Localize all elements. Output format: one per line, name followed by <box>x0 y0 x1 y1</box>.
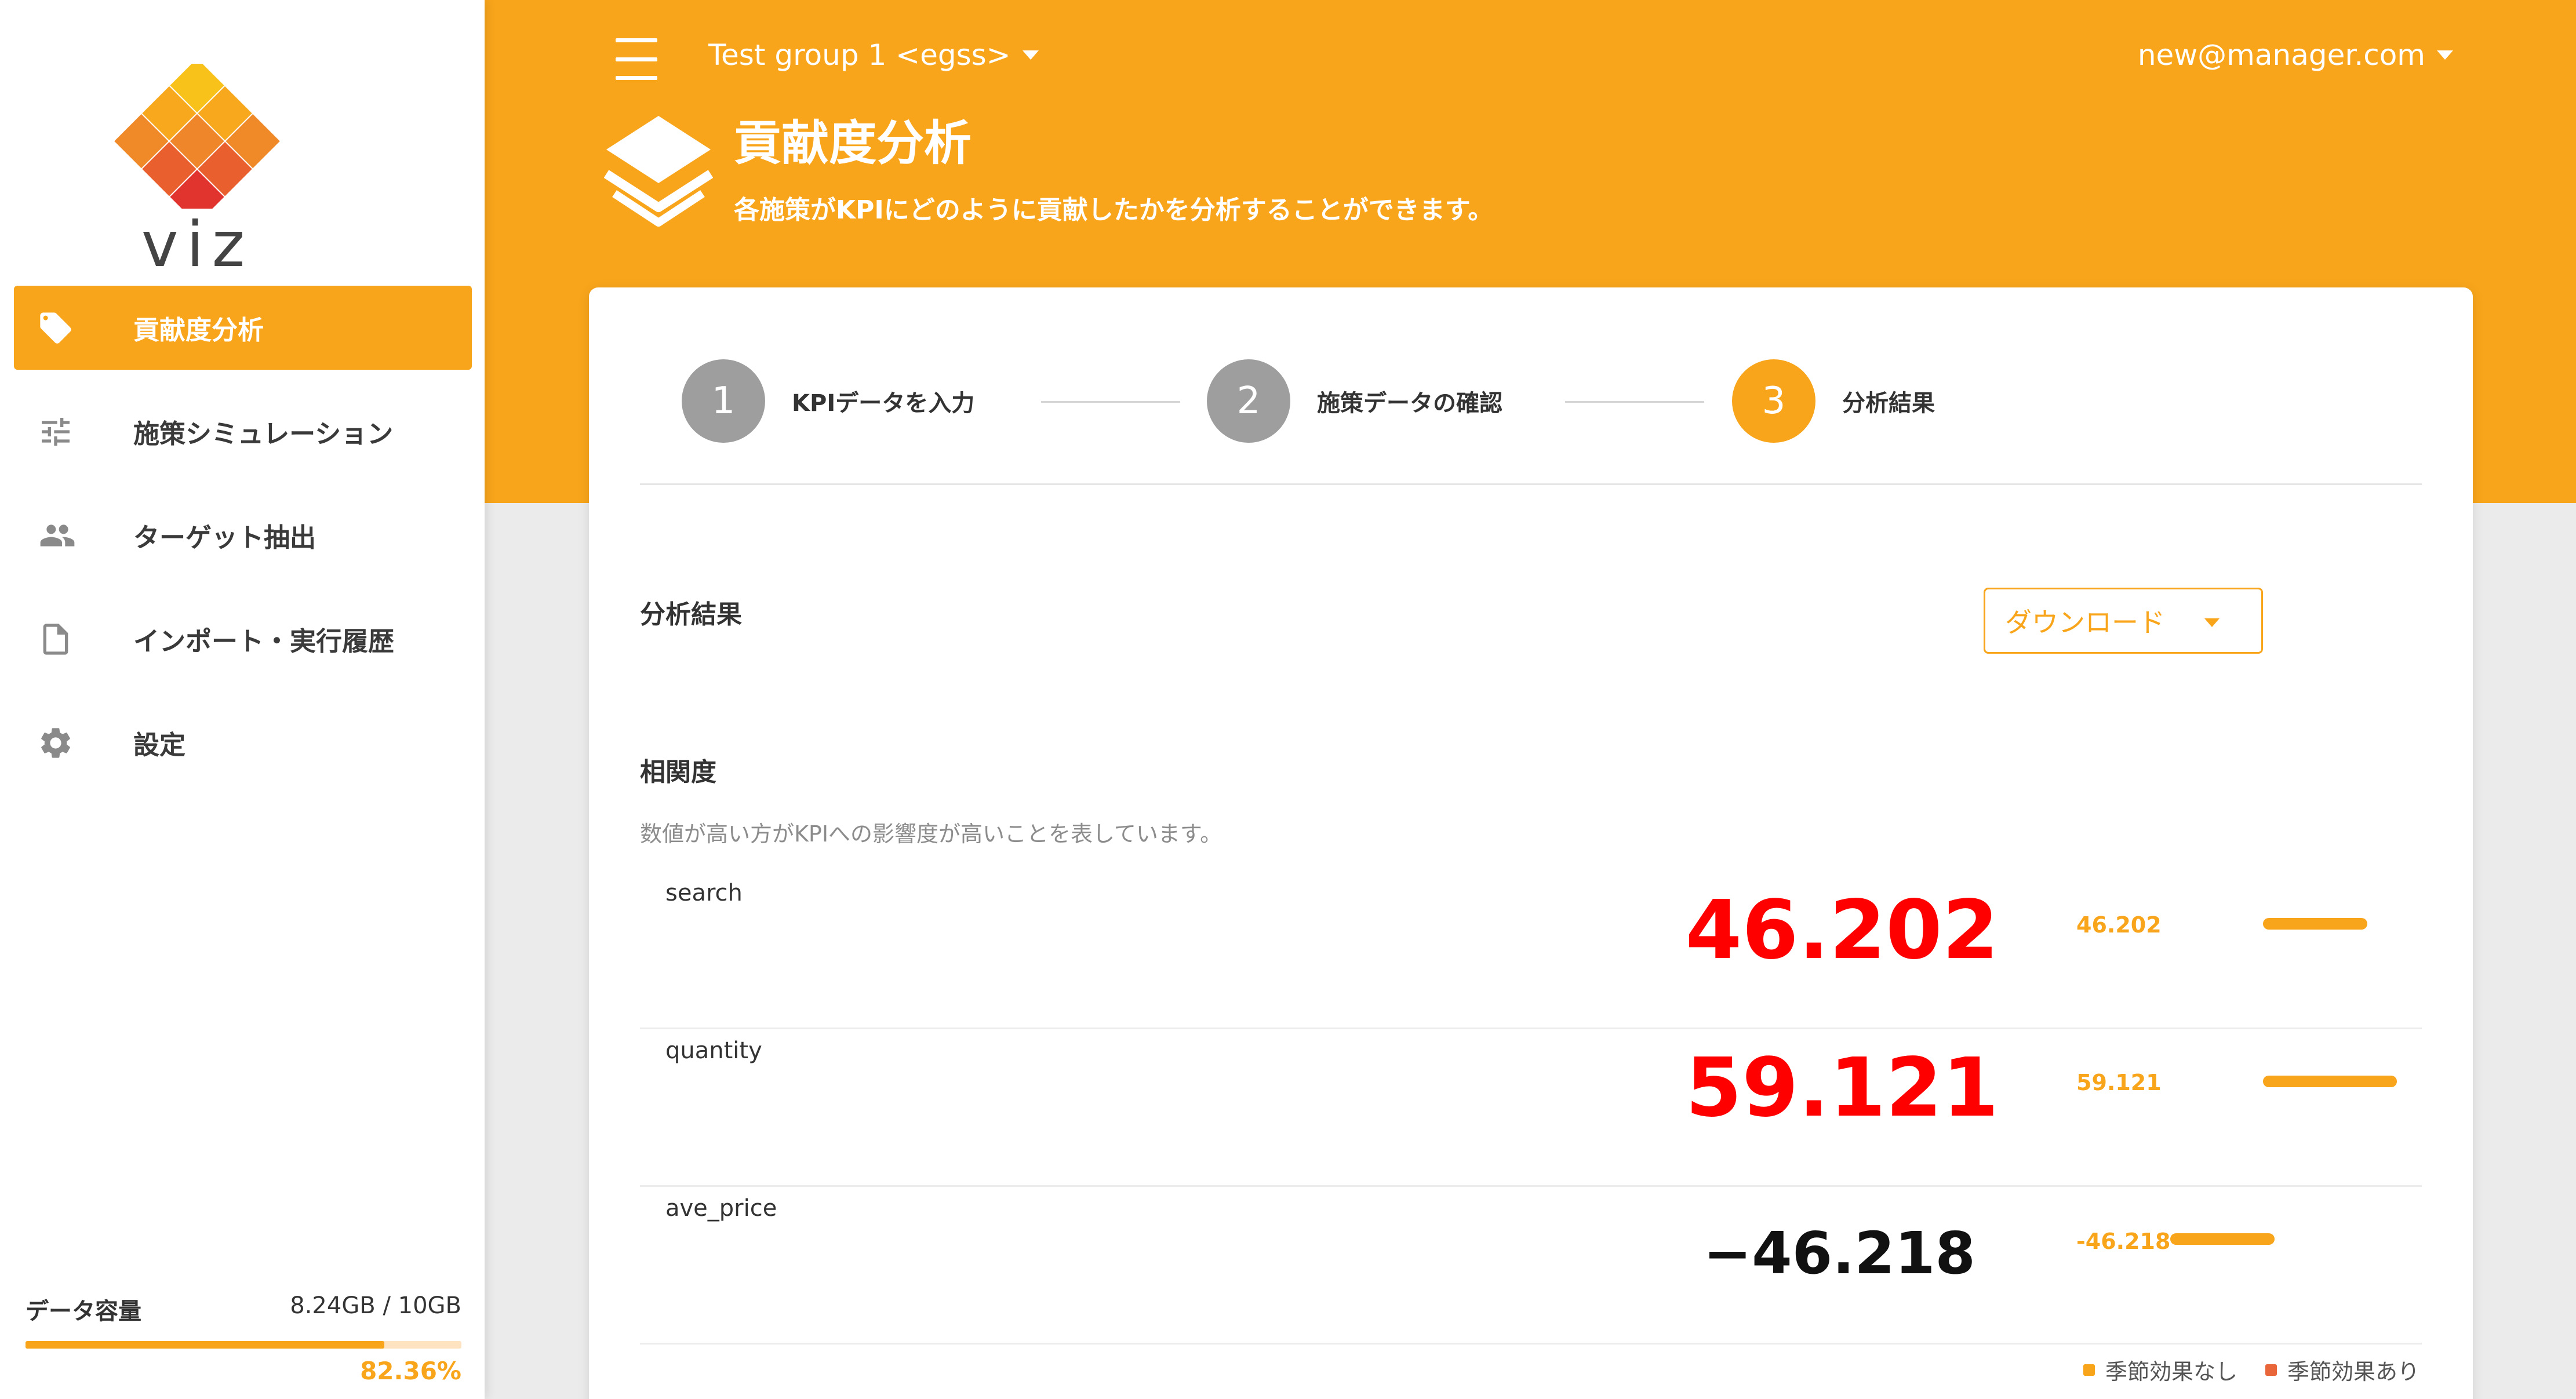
legend-item: 季節効果なし <box>2083 1354 2237 1386</box>
page-subtitle: 各施策がKPIにどのように貢献したかを分析することができます。 <box>734 195 1494 225</box>
sidebar-item-label: ターゲット抽出 <box>133 522 316 553</box>
caret-down-icon <box>2437 50 2453 60</box>
sliders-icon <box>37 411 89 452</box>
stepper: 1 KPIデータを入力 2 施策データの確認 3 分析結果 <box>682 359 2363 443</box>
user-email: new@manager.com <box>2137 38 2425 72</box>
tag-icon <box>37 308 89 348</box>
sidebar-item-label: インポート・実行履歴 <box>133 626 395 657</box>
legend-item: 季節効果あり <box>2265 1354 2419 1386</box>
storage-label: データ容量 <box>26 1298 141 1325</box>
legend-swatch <box>2265 1364 2277 1376</box>
step-3: 3 分析結果 <box>1732 359 1935 443</box>
results-title: 分析結果 <box>640 600 742 629</box>
correlation-value-small: 59.121 <box>2076 1070 2162 1095</box>
correlation-title: 相関度 <box>640 757 716 787</box>
caret-down-icon <box>2204 618 2220 627</box>
step-connector <box>1041 401 1180 403</box>
step-connector <box>1565 401 1704 403</box>
storage-percent: 82.36% <box>360 1357 461 1385</box>
user-menu[interactable]: new@manager.com <box>2138 38 2453 72</box>
storage-progress-bar <box>26 1341 461 1349</box>
table-row: quantity 59.121 59.121 <box>640 1029 2422 1187</box>
correlation-value: 46.202 <box>1685 883 1999 978</box>
sidebar-item-import-history[interactable]: インポート・実行履歴 <box>14 597 472 681</box>
group-name: Test group 1 <egss> <box>708 38 1011 72</box>
sidebar-nav: 貢献度分析 施策シミュレーション ターゲット抽出 インポート・実行履歴 設定 <box>14 286 472 804</box>
storage-usage: データ容量 8.24GB / 10GB 82.36% <box>26 1292 461 1385</box>
correlation-value-small: -46.218 <box>2076 1229 2171 1254</box>
step-2: 2 施策データの確認 <box>1207 359 1502 443</box>
table-row: search 46.202 46.202 <box>640 872 2422 1029</box>
table-row: ave_price −46.218 -46.218 <box>640 1187 2422 1345</box>
correlation-value-small: 46.202 <box>2076 912 2162 938</box>
correlation-bar <box>2263 918 2368 930</box>
sidebar-item-contribution-analysis[interactable]: 貢献度分析 <box>14 286 472 370</box>
step-number: 1 <box>682 359 765 443</box>
file-icon <box>37 619 89 660</box>
logo-wordmark: viz <box>141 209 253 281</box>
correlation-value: −46.218 <box>1703 1219 1975 1287</box>
correlation-bar <box>2263 1076 2397 1087</box>
menu-icon[interactable] <box>616 38 657 80</box>
people-icon <box>37 515 89 556</box>
app-logo[interactable]: viz <box>110 58 284 284</box>
variable-name: search <box>665 880 743 906</box>
step-number: 2 <box>1207 359 1290 443</box>
sidebar-item-label: 設定 <box>133 730 186 760</box>
correlation-description: 数値が高い方がKPIへの影響度が高いことを表しています。 <box>640 821 1222 847</box>
variable-name: ave_price <box>665 1195 777 1222</box>
sidebar-item-label: 貢献度分析 <box>133 315 264 345</box>
layers-icon <box>603 114 714 232</box>
variable-name: quantity <box>665 1037 762 1064</box>
download-label: ダウンロード <box>2005 607 2165 638</box>
row-divider <box>640 1343 2422 1345</box>
legend-swatch <box>2083 1364 2095 1376</box>
sidebar-item-target-extraction[interactable]: ターゲット抽出 <box>14 493 472 577</box>
sidebar-item-settings[interactable]: 設定 <box>14 701 472 785</box>
sidebar-item-label: 施策シミュレーション <box>133 418 394 449</box>
group-selector[interactable]: Test group 1 <egss> <box>708 38 1039 72</box>
gear-icon <box>37 723 89 763</box>
step-number: 3 <box>1732 359 1815 443</box>
divider <box>640 483 2422 485</box>
correlation-bar <box>2170 1233 2275 1245</box>
storage-progress-fill <box>26 1341 385 1349</box>
step-label: 分析結果 <box>1842 390 1935 417</box>
step-1: 1 KPIデータを入力 <box>682 359 974 443</box>
step-label: 施策データの確認 <box>1317 390 1502 417</box>
legend-label: 季節効果なし <box>2105 1359 2237 1385</box>
storage-usage-text: 8.24GB / 10GB <box>290 1292 461 1319</box>
viz-logo-icon <box>114 58 280 224</box>
analysis-card: 1 KPIデータを入力 2 施策データの確認 3 分析結果 分析結果 ダウンロー… <box>589 287 2473 1399</box>
sidebar-item-simulation[interactable]: 施策シミュレーション <box>14 389 472 473</box>
download-dropdown[interactable]: ダウンロード <box>1984 588 2263 654</box>
legend-label: 季節効果あり <box>2287 1359 2419 1385</box>
page-title: 貢献度分析 <box>734 116 972 171</box>
sidebar: viz 貢献度分析 施策シミュレーション ターゲット抽出 インポート・実行履歴 <box>0 0 485 1399</box>
caret-down-icon <box>1022 50 1039 60</box>
step-label: KPIデータを入力 <box>792 390 975 417</box>
correlation-value: 59.121 <box>1685 1041 1999 1135</box>
chart-legend: 季節効果なし 季節効果あり <box>2055 1354 2419 1386</box>
